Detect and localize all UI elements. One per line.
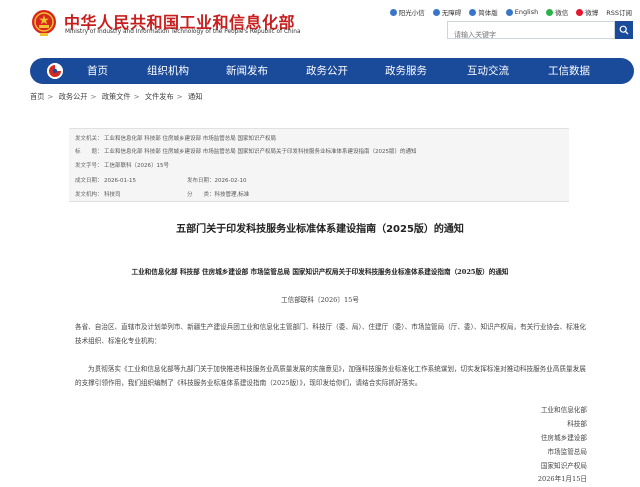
nav-item-interaction[interactable]: 互动交流	[467, 58, 509, 84]
meta-value: 工业和信息化部 科技部 住房城乡建设部 市场监管总局 国家知识产权局	[104, 136, 276, 142]
meta-value: 2026-02-10	[214, 178, 247, 184]
top-link-label: English	[514, 8, 539, 16]
search-box	[447, 21, 615, 43]
top-link-english[interactable]: English	[505, 8, 539, 16]
top-link-rss[interactable]: RSS订阅	[606, 7, 632, 17]
signer: 市场监管总局	[547, 448, 587, 456]
top-link-label: 无障碍	[441, 9, 462, 17]
top-link-weibo[interactable]: 微博	[576, 7, 598, 17]
breadcrumb: 首页 > 政务公开 > 政策文件 > 文件发布 > 通知	[30, 92, 203, 101]
national-emblem-icon	[32, 10, 56, 36]
top-link-simplified[interactable]: 简体版	[469, 7, 498, 17]
breadcrumb-government-affairs[interactable]: 政务公开	[59, 92, 88, 101]
meta-label: 发布日期：	[187, 178, 215, 184]
meta-issuer: 发文机关：工业和信息化部 科技部 住房城乡建设部 市场监管总局 国家知识产权局	[75, 134, 276, 142]
site-title-english: Ministry of Industry and Information Tec…	[65, 29, 301, 35]
breadcrumb-notice[interactable]: 通知	[188, 92, 202, 101]
top-link-label: 微信	[555, 9, 569, 17]
nav-item-news[interactable]: 新闻发布	[226, 58, 268, 84]
meta-label: 发文字号：	[75, 163, 103, 169]
site-header: 中华人民共和国工业和信息化部 Ministry of Industry and …	[0, 0, 640, 58]
signer: 住房城乡建设部	[540, 434, 587, 442]
top-links: 阳光小信 无障碍 简体版 English 微信 微博 RSS订阅	[389, 7, 632, 17]
document-subtitle: 工业和信息化部 科技部 住房城乡建设部 市场监管总局 国家知识产权局关于印发科技…	[131, 268, 509, 276]
meta-value: 2026-01-15	[104, 178, 136, 184]
top-link-sunshine[interactable]: 阳光小信	[389, 7, 425, 17]
meta-doc-number: 发文字号：工信部联科〔2026〕15号	[75, 161, 169, 169]
top-link-wechat[interactable]: 微信	[546, 7, 568, 17]
search-button[interactable]	[615, 21, 633, 39]
meta-dates: 成文日期：2026-01-15 发布日期：2026-02-10	[75, 176, 246, 184]
document-meta-table: 发文机关：工业和信息化部 科技部 住房城乡建设部 市场监管总局 国家知识产权局 …	[69, 128, 569, 202]
nav-item-government-affairs[interactable]: 政务公开	[306, 58, 348, 84]
weibo-icon	[576, 8, 584, 16]
top-link-label: RSS订阅	[606, 9, 632, 17]
meta-value: 科技管理,标准	[214, 192, 250, 198]
top-link-label: 阳光小信	[398, 9, 425, 17]
top-link-label: 微博	[585, 9, 599, 17]
accessibility-icon	[432, 8, 440, 16]
meta-label: 标 题：	[75, 149, 103, 155]
meta-subject: 标 题：工业和信息化部 科技部 住房城乡建设部 市场监管总局 国家知识产权局关于…	[75, 147, 417, 155]
meta-label: 成文日期：	[75, 178, 103, 184]
meta-value: 工信部联科〔2026〕15号	[104, 163, 169, 169]
search-icon	[619, 25, 629, 35]
document-number: 工信部联科〔2026〕15号	[281, 296, 359, 304]
meta-value: 工业和信息化部 科技部 住房城乡建设部 市场监管总局 国家知识产权局关于印发科技…	[104, 149, 417, 155]
top-link-accessibility[interactable]: 无障碍	[432, 7, 462, 17]
wechat-icon	[546, 8, 554, 16]
meta-dept-category: 发文机构：科技司 分 类：科技管理,标准	[75, 190, 249, 198]
breadcrumb-file-release[interactable]: 文件发布	[145, 92, 174, 101]
signer: 科技部	[567, 420, 587, 428]
sunshine-icon	[389, 8, 397, 16]
document-addressees: 各省、自治区、直辖市及计划单列市、新疆生产建设兵团工业和信息化主管部门、科技厅（…	[75, 323, 587, 345]
document-title: 五部门关于印发科技服务业标准体系建设指南（2025版）的通知	[176, 224, 464, 235]
meta-label: 分 类：	[187, 192, 215, 198]
signer: 国家知识产权局	[540, 462, 587, 470]
simplified-icon	[469, 8, 477, 16]
nav-item-services[interactable]: 政务服务	[385, 58, 427, 84]
top-link-label: 简体版	[478, 9, 498, 17]
meta-value: 科技司	[104, 192, 121, 198]
document-body: 为贯彻落实《工业和信息化部等九部门关于加快推进科技服务业高质量发展的实施意见》，…	[75, 365, 586, 387]
meta-label: 发文机构：	[75, 192, 103, 198]
search-input[interactable]	[448, 27, 614, 43]
ministry-logo-icon	[47, 63, 63, 79]
main-nav: 首页 组织机构 新闻发布 政务公开 政务服务 互动交流 工信数据	[30, 58, 634, 84]
breadcrumb-policy-files[interactable]: 政策文件	[102, 92, 131, 101]
meta-label: 发文机关：	[75, 136, 103, 142]
english-icon	[505, 8, 513, 16]
nav-item-data[interactable]: 工信数据	[548, 58, 590, 84]
signer: 工业和信息化部	[540, 406, 587, 414]
breadcrumb-home[interactable]: 首页	[30, 92, 44, 101]
nav-item-organization[interactable]: 组织机构	[147, 58, 189, 84]
nav-item-home[interactable]: 首页	[87, 58, 108, 84]
signing-date: 2026年1月15日	[537, 475, 587, 483]
